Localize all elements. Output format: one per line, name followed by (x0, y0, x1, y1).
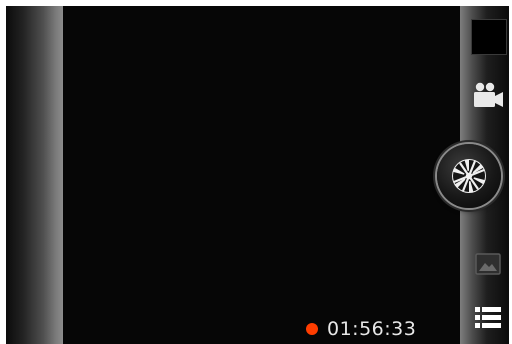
video-camera-icon (474, 82, 503, 107)
aperture-icon (452, 159, 486, 193)
record-dot-icon (306, 323, 318, 335)
camera-screen: 01:56:33 (0, 0, 512, 344)
menu-button[interactable] (473, 304, 503, 332)
recording-timer: 01:56:33 (327, 318, 417, 340)
menu-list-icon (475, 307, 501, 328)
shutter-button[interactable] (437, 144, 501, 208)
last-capture-thumbnail[interactable] (471, 19, 507, 55)
camera-preview[interactable] (63, 6, 460, 344)
gallery-icon (475, 253, 501, 275)
video-mode-button[interactable] (470, 78, 506, 114)
recording-indicator: 01:56:33 (306, 316, 416, 342)
gallery-button[interactable] (474, 250, 502, 278)
left-bezel (6, 6, 63, 344)
